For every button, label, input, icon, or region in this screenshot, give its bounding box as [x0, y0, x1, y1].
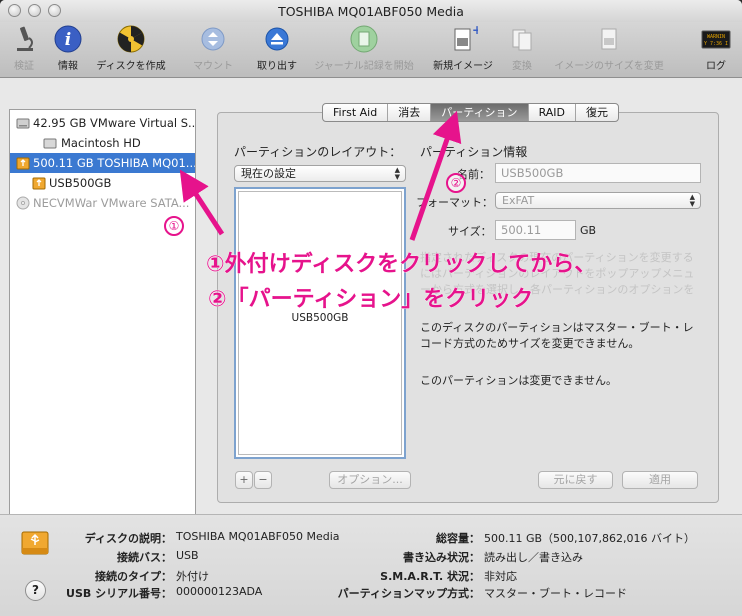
serial-label: USB シリアル番号： — [66, 587, 172, 600]
instruction-line-2: ②「パーティション」をクリック — [208, 287, 534, 313]
connection-type-value: 外付け — [176, 570, 209, 583]
bus-label: 接続バス： — [117, 551, 172, 564]
marker-two: ② — [446, 173, 466, 193]
partition-map-label: パーティションマップ方式： — [337, 587, 480, 600]
partition-map-value: マスター・ブート・レコード — [484, 587, 627, 600]
bus-value: USB — [176, 549, 199, 562]
smart-status-value: 非対応 — [484, 570, 517, 583]
instruction-line-1: ①外付けディスクをクリックしてから、 — [206, 252, 597, 278]
smart-status-label: S.M.A.R.T. 状況： — [380, 570, 480, 583]
question-mark-icon: ? — [32, 583, 39, 597]
serial-value: 000000123ADA — [176, 585, 263, 598]
arrow-to-disk — [179, 169, 225, 236]
usb-drive-icon — [20, 528, 50, 558]
capacity-value: 500.11 GB（500,107,862,016 バイト） — [484, 532, 696, 545]
connection-type-label: 接続のタイプ： — [95, 570, 172, 583]
capacity-label: 総容量： — [436, 532, 480, 545]
marker-one: ① — [164, 216, 184, 236]
description-value: TOSHIBA MQ01ABF050 Media — [176, 530, 340, 543]
disk-utility-window: TOSHIBA MQ01ABF050 Media 検証 i 情報 ディスクを作成 — [0, 0, 742, 616]
description-label: ディスクの説明： — [84, 532, 172, 545]
help-button[interactable]: ? — [25, 580, 46, 601]
write-status-value: 読み出し／書き込み — [484, 551, 583, 564]
write-status-label: 書き込み状況： — [403, 551, 480, 564]
